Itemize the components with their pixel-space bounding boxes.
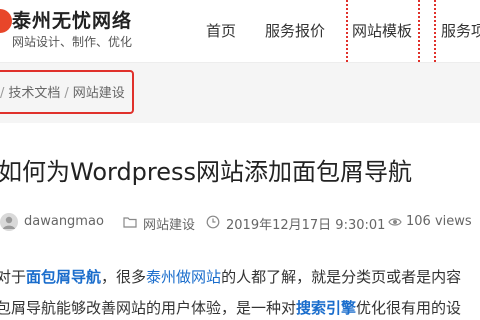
post-category[interactable]: 网站建设 <box>143 214 195 233</box>
text-span: 包屑导航能够改善网站的用户体验，是一种对 <box>0 299 297 317</box>
content-line-1: 对于面包屑导航，很多泰州做网站的人都了解，就是分类页或者是内容 <box>0 266 461 287</box>
text-span: 的人都了解，就是分类页或者是内容 <box>221 268 462 286</box>
site-header: 泰州无忧网络 网站设计、制作、优化 首页 服务报价 网站模板 服务项 <box>0 0 480 62</box>
nav-item-pricing[interactable]: 服务报价 <box>265 20 325 41</box>
logo-icon[interactable] <box>0 9 12 33</box>
post-date: 2019年12月17日 9:30:01 <box>226 218 386 233</box>
clock-icon <box>206 215 220 229</box>
nav-item-home[interactable]: 首页 <box>206 20 236 41</box>
breadcrumb-separator: / <box>64 86 69 101</box>
post-title: 如何为Wordpress网站添加面包屑导航 <box>0 158 413 186</box>
folder-icon <box>123 217 137 228</box>
breadcrumb-item-webbuild[interactable]: 网站建设 <box>73 86 125 101</box>
breadcrumb-separator: / <box>0 86 5 101</box>
link-search-engine[interactable]: 搜索引擎 <box>296 299 356 317</box>
content-line-2: 包屑导航能够改善网站的用户体验，是一种对搜索引擎优化很有用的设 <box>0 297 461 318</box>
post-meta: dawangmao 网站建设 2019年12月17日 9:30:01 106 v… <box>0 212 480 233</box>
link-taizhou-web[interactable]: 泰州做网站 <box>146 268 221 286</box>
site-title[interactable]: 泰州无忧网络 <box>12 6 132 33</box>
link-breadcrumb-nav[interactable]: 面包屑导航 <box>26 268 101 286</box>
site-tagline: 网站设计、制作、优化 <box>12 35 133 49</box>
avatar-icon[interactable] <box>0 213 18 231</box>
text-span: 优化很有用的设 <box>356 299 462 317</box>
post-views: 106 views <box>406 214 472 229</box>
nav-item-services[interactable]: 服务项 <box>441 20 480 41</box>
text-span: 对于 <box>0 268 27 286</box>
breadcrumb: / 技术文档 / 网站建设 <box>0 82 125 101</box>
post-author[interactable]: dawangmao <box>24 214 104 229</box>
nav-item-templates[interactable]: 网站模板 <box>352 20 412 41</box>
text-span: ，很多 <box>101 268 147 286</box>
breadcrumb-item-docs[interactable]: 技术文档 <box>8 86 60 101</box>
eye-icon <box>388 218 402 226</box>
